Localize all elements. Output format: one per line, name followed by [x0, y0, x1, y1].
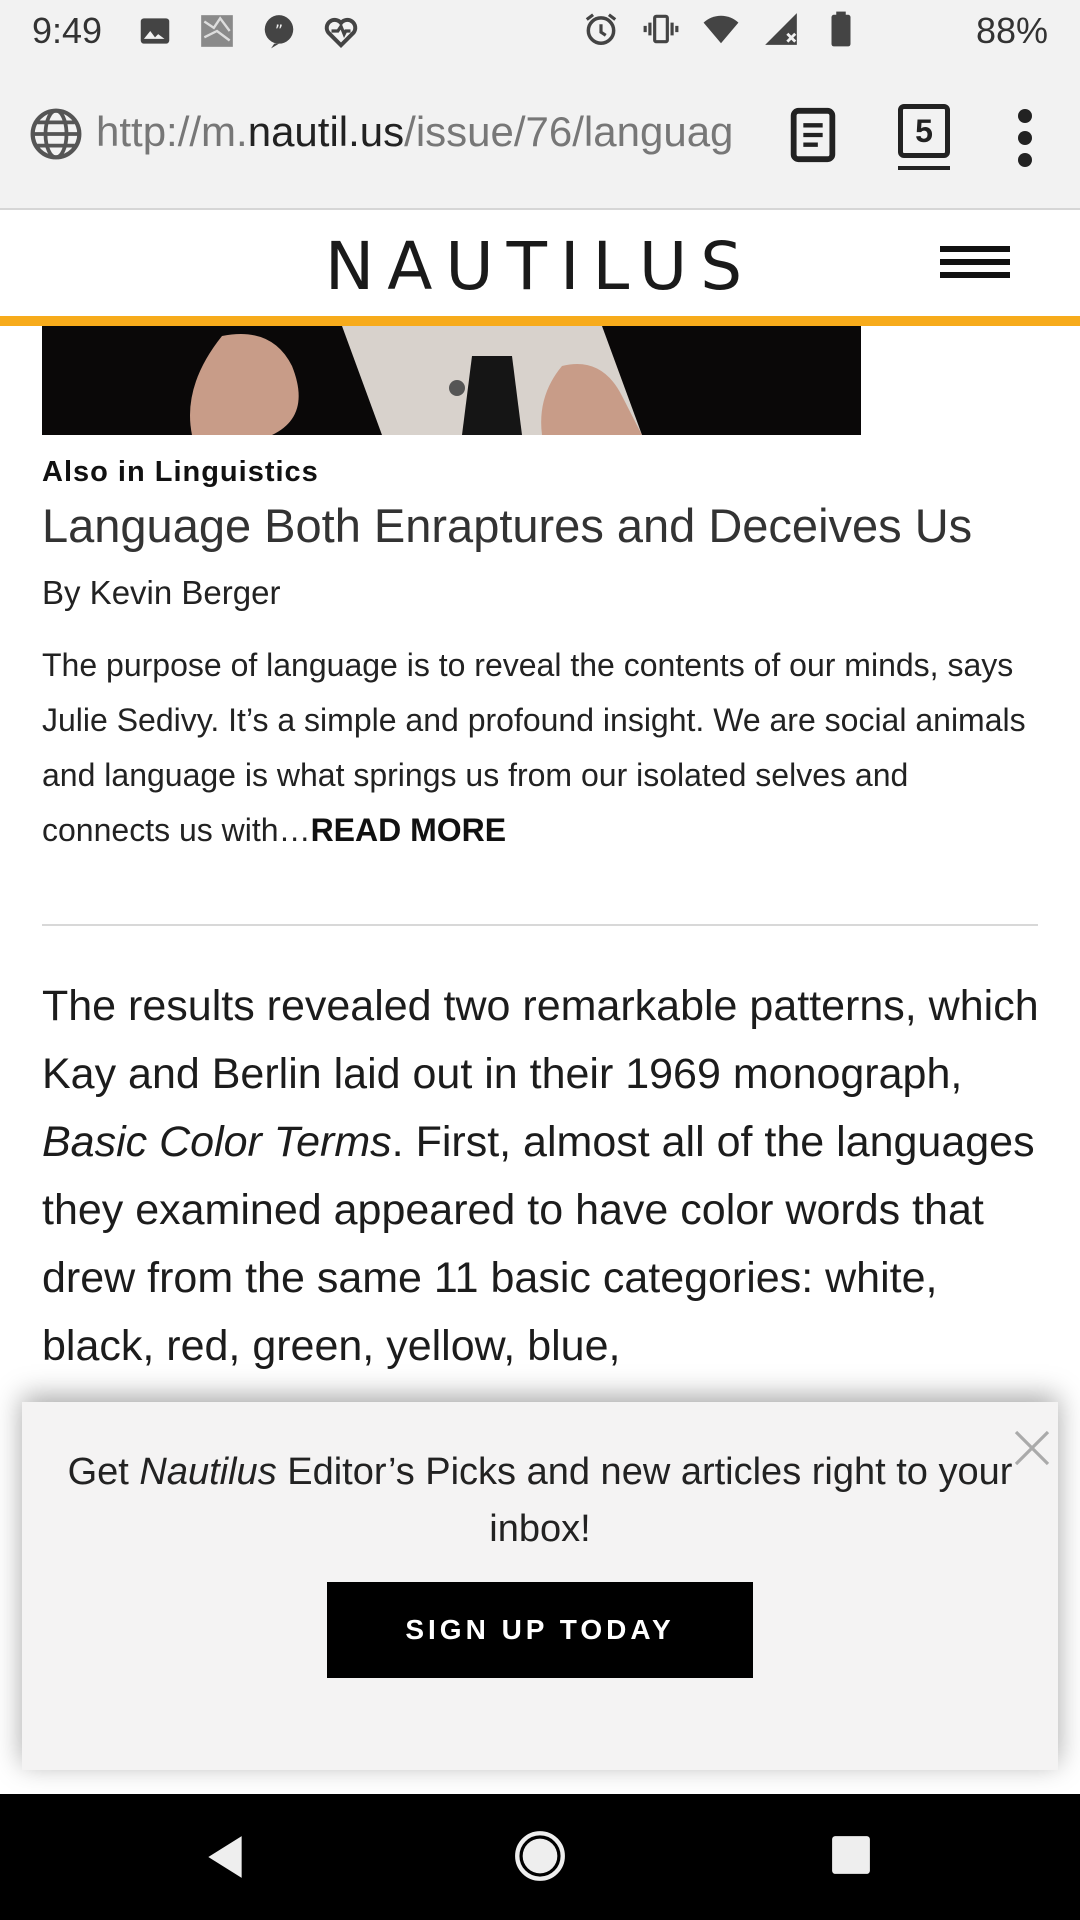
reader-mode-icon[interactable] [788, 106, 838, 164]
home-icon[interactable] [514, 1830, 566, 1882]
battery-percent: 88% [975, 10, 1048, 51]
vibrate-icon [643, 14, 679, 44]
divider [42, 924, 1038, 926]
status-bar: 9:49 ” 88% [0, 0, 1080, 62]
navigation-bar [0, 1794, 1080, 1920]
sign-up-button[interactable]: SIGN UP TODAY [327, 1582, 753, 1678]
url-prefix: http://m. [96, 108, 248, 155]
wifi-icon [703, 15, 739, 44]
popup-text-before: Get [67, 1451, 140, 1493]
related-article-title[interactable]: Language Both Enraptures and Deceives Us [42, 498, 972, 553]
excerpt-text: The purpose of language is to reveal the… [42, 647, 1026, 848]
chat-bubble-icon: ” [264, 15, 294, 49]
url-host: nautil.us [247, 108, 405, 155]
back-icon[interactable] [200, 1832, 250, 1882]
recents-icon[interactable] [830, 1834, 872, 1876]
hamburger-menu-icon[interactable] [940, 246, 1010, 282]
url-path: /issue/76/languag [404, 108, 734, 155]
paragraph-text-start: The results revealed two remarkable patt… [42, 982, 1039, 1098]
popup-text-after: Editor’s Picks and new articles right to… [276, 1451, 1013, 1550]
overflow-menu-icon[interactable] [1010, 108, 1040, 168]
popup-message: Get Nautilus Editor’s Picks and new arti… [62, 1444, 1018, 1558]
article-paragraph: The results revealed two remarkable patt… [42, 972, 1042, 1380]
browser-toolbar: http://m.nautil.us/issue/76/languag 5 [0, 62, 1080, 210]
svg-text:”: ” [275, 21, 283, 40]
globe-icon [30, 108, 82, 160]
battery-icon [831, 11, 851, 47]
photo-thumbnail-icon [201, 15, 233, 47]
image-icon [140, 18, 170, 44]
site-logo[interactable]: NAUTILUS [0, 228, 1080, 305]
tab-switcher-button[interactable]: 5 [898, 104, 950, 158]
site-header: NAUTILUS [0, 210, 1080, 316]
heart-pulse-icon [324, 17, 358, 49]
book-title: Basic Color Terms [42, 1118, 392, 1166]
alarm-icon [585, 13, 617, 45]
read-more-link[interactable]: READ MORE [311, 812, 507, 848]
byline: By Kevin Berger [42, 574, 281, 611]
url-field[interactable]: http://m.nautil.us/issue/76/languag [96, 108, 756, 156]
related-excerpt: The purpose of language is to reveal the… [42, 638, 1042, 858]
status-time: 9:49 [32, 10, 103, 51]
section-label: Also in Linguistics [42, 456, 319, 488]
signal-icon [765, 13, 797, 45]
close-icon[interactable] [1012, 1428, 1052, 1468]
newsletter-popup: Get Nautilus Editor’s Picks and new arti… [22, 1402, 1058, 1770]
tab-switcher-underline [898, 166, 950, 170]
header-accent-line [0, 316, 1080, 326]
popup-brand: Nautilus [139, 1451, 277, 1493]
related-article-image[interactable] [42, 326, 861, 435]
